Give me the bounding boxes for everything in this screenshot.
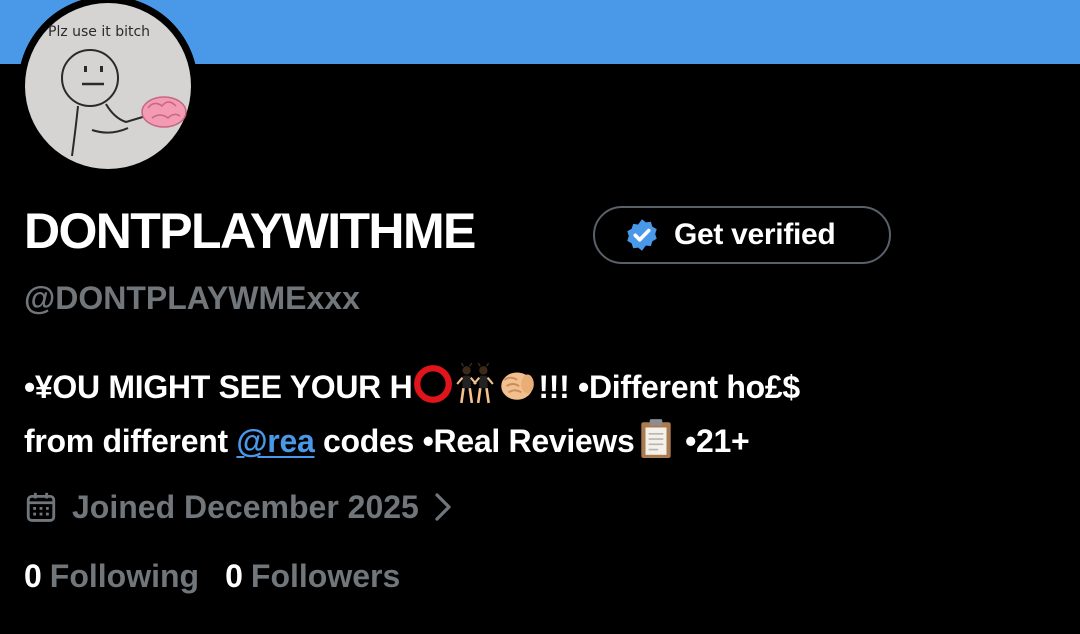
bio-text: •21+ [676,423,750,459]
display-name: DONTPLAYWITHME [24,203,476,259]
profile-page: Plz use it bitch DONTPLAYWITHME Get veri… [0,0,1080,634]
following-link[interactable]: 0 Following [24,558,199,595]
get-verified-label: Get verified [674,218,836,251]
followers-link[interactable]: 0 Followers [225,558,400,595]
chevron-right-icon [435,493,451,521]
mention-link[interactable]: @rea [236,423,314,459]
dancers-emoji-icon [456,362,495,404]
oncoming-fist-emoji-icon [501,372,535,400]
get-verified-button[interactable]: Get verified [593,206,891,264]
clipboard-emoji-icon [640,419,671,458]
red-circle-emoji-icon [414,365,453,403]
avatar-caption: Plz use it bitch [48,24,150,40]
joined-text: Joined December 2025 [72,488,419,525]
bio-line-2: from different @rea codes •Real Reviews … [24,414,1064,468]
bio-line-1: •¥OU MIGHT SEE YOUR H !!! •Different ho£… [24,360,1064,414]
joined-date[interactable]: Joined December 2025 [24,484,453,530]
profile-bio: •¥OU MIGHT SEE YOUR H !!! •Different ho£… [24,360,1064,468]
following-label: Following [49,558,200,594]
bio-text: !!! •Different ho£$ [538,369,800,405]
bio-text: from different [24,423,237,459]
followers-label: Followers [250,558,401,594]
avatar[interactable]: Plz use it bitch [18,0,198,176]
user-handle: @DONTPLAYWMExxx [24,280,360,316]
following-count: 0 [24,558,42,594]
followers-count: 0 [225,558,243,594]
calendar-icon [26,492,56,522]
follow-stats: 0 Following 0 Followers [24,558,400,595]
avatar-image: Plz use it bitch [18,0,198,176]
bio-text: •¥OU MIGHT SEE YOUR H [24,369,413,405]
bio-text: codes •Real Reviews [314,423,635,459]
verified-badge-icon [627,219,657,251]
